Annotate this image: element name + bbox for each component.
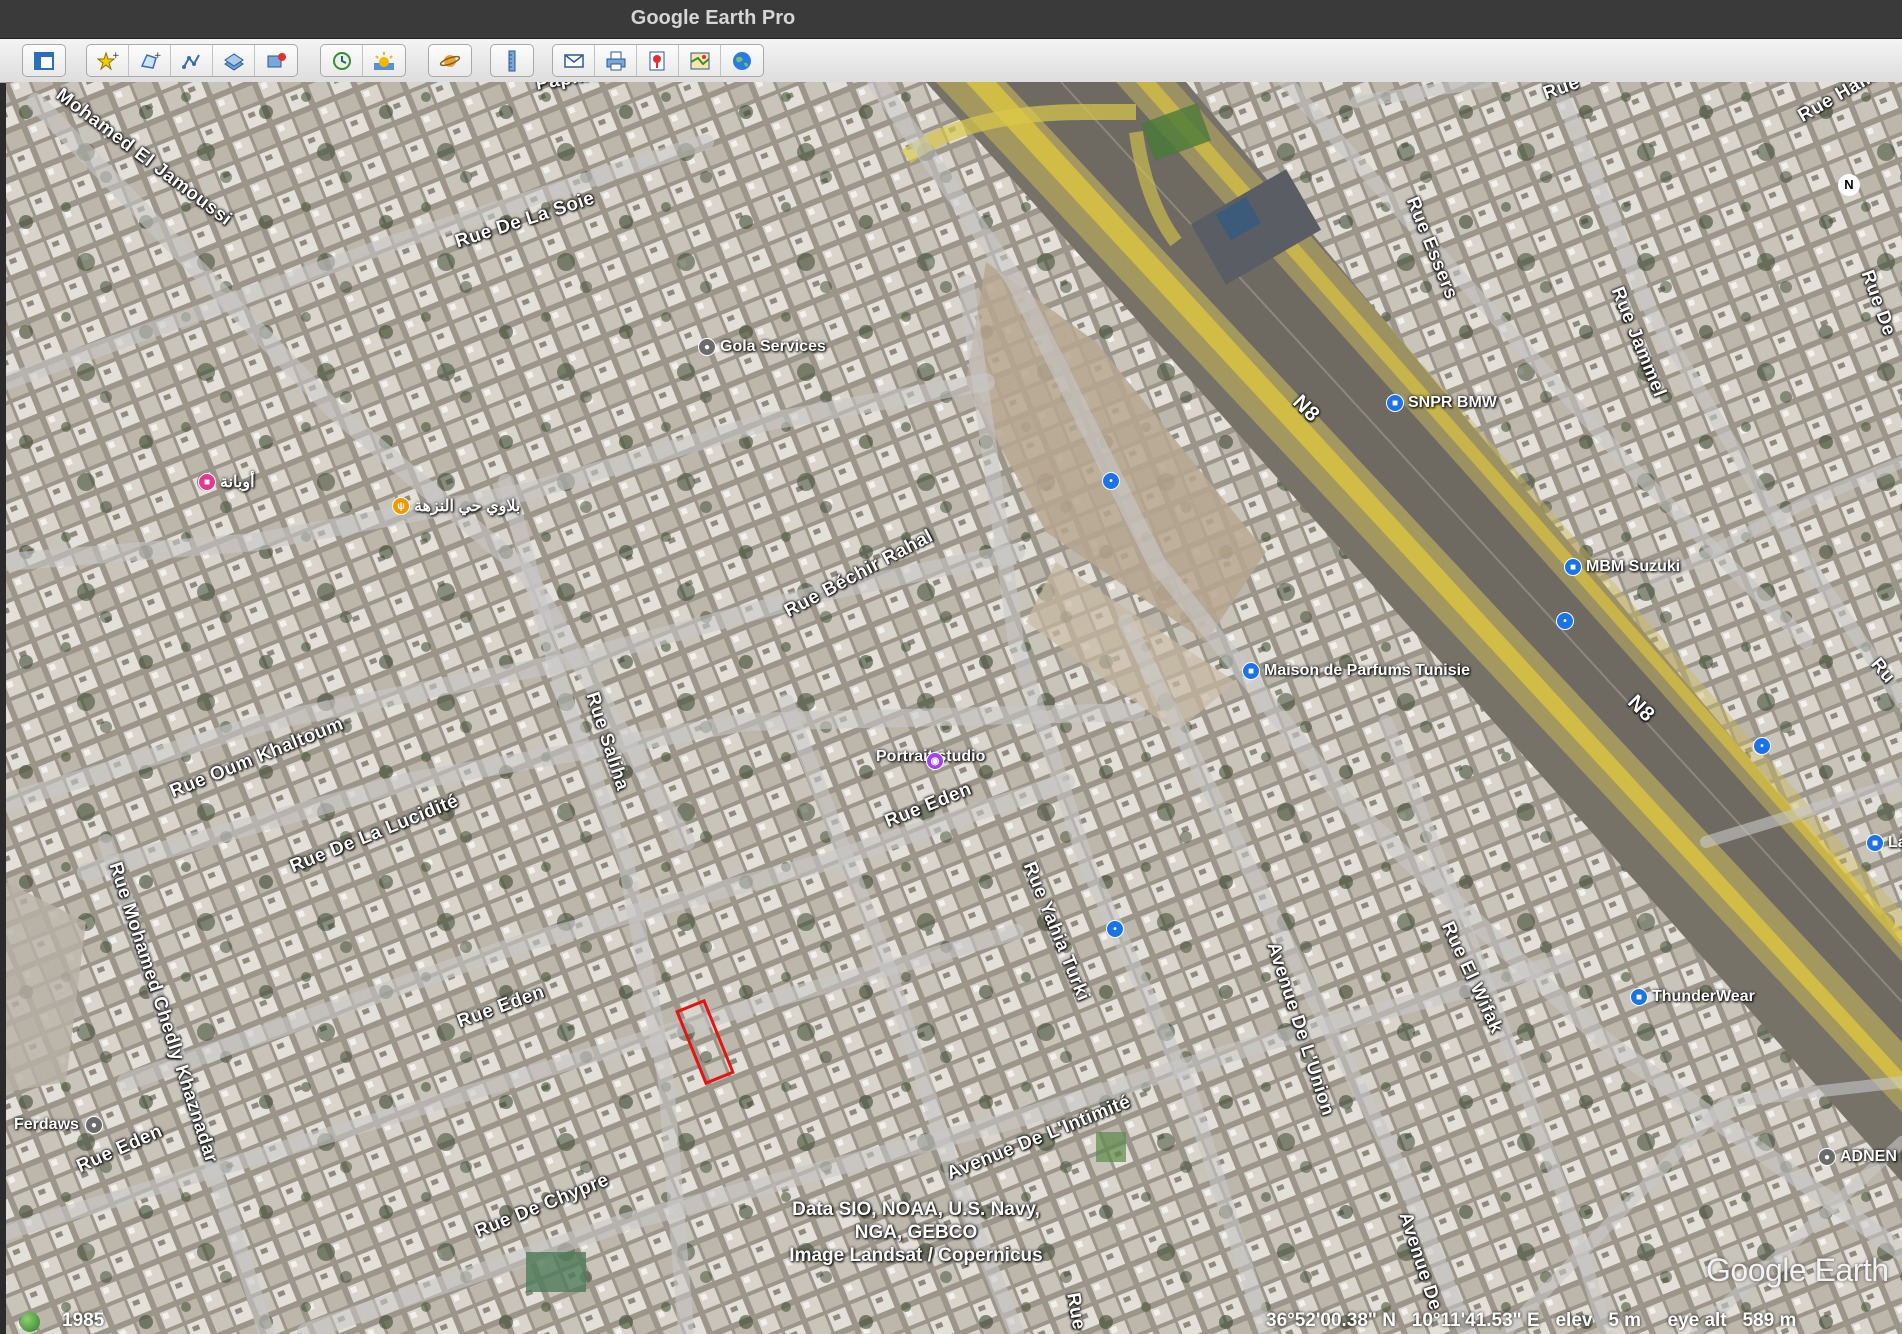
store-icon: ■ bbox=[198, 473, 216, 491]
add-image-overlay-button[interactable] bbox=[213, 45, 255, 76]
add-path-icon bbox=[181, 54, 200, 69]
coordinates-readout: 36°52'00.38" N 10°11'41.53" E elev 5 m e… bbox=[1266, 1310, 1796, 1332]
add-polygon-button[interactable]: + bbox=[129, 45, 171, 76]
toolbar-group-ruler bbox=[490, 44, 534, 77]
imagery-year: 1985 bbox=[62, 1310, 105, 1331]
poi-maison-de-parfums-tunisie[interactable]: ■ Maison de Parfums Tunisie bbox=[1242, 662, 1470, 680]
earth-button[interactable] bbox=[721, 45, 763, 76]
toolbar-group-sidebar bbox=[22, 44, 66, 77]
save-image-button[interactable] bbox=[637, 45, 679, 76]
poi-mbm-suzuki[interactable]: ■ MBM Suzuki bbox=[1564, 558, 1680, 576]
svg-text:+: + bbox=[154, 51, 161, 61]
historical-imagery-globe-icon[interactable] bbox=[20, 1312, 40, 1332]
google-earth-logo: Google Earth bbox=[1706, 1252, 1889, 1288]
elevation-label: elev bbox=[1555, 1310, 1593, 1331]
longitude: 10°11'41.53" E bbox=[1411, 1310, 1540, 1331]
add-path-button[interactable] bbox=[171, 45, 213, 76]
credit-line-image: Image Landsat / Copernicus bbox=[789, 1245, 1043, 1266]
add-image-overlay-icon bbox=[223, 52, 244, 71]
poi-la-right[interactable]: ■La bbox=[1866, 834, 1902, 852]
status-bar: 1985 36°52'00.38" N 10°11'41.53" E elev … bbox=[0, 1310, 1902, 1334]
poi-snpr-bmw[interactable]: ■ SNPR BMW bbox=[1386, 394, 1497, 412]
elevation-value: 5 m bbox=[1608, 1310, 1642, 1331]
location-pin-icon: ● bbox=[84, 1116, 103, 1134]
record-tour-icon bbox=[267, 52, 286, 67]
sidebar-toggle-button[interactable] bbox=[23, 45, 65, 76]
shopping-bag-icon: ■ bbox=[1386, 394, 1404, 412]
add-placemark-button[interactable]: + bbox=[87, 45, 129, 76]
shopping-bag-icon: ■ bbox=[1866, 834, 1884, 852]
print-button[interactable] bbox=[595, 45, 637, 76]
restaurant-icon: ψ bbox=[392, 497, 410, 515]
place-marker-icon: • bbox=[1556, 612, 1574, 630]
print-icon bbox=[606, 51, 625, 70]
credit-line-data: Data SIO, NOAA, U.S. Navy, NGA, GEBCO bbox=[792, 1199, 1040, 1243]
poi-marker-unlabeled[interactable]: • bbox=[1753, 737, 1775, 755]
sunlight-icon bbox=[374, 51, 394, 70]
camera-icon: ◉ bbox=[926, 752, 944, 770]
ruler-button[interactable] bbox=[491, 45, 533, 76]
north-compass-icon[interactable]: N bbox=[1838, 174, 1860, 196]
switch-planet-icon bbox=[439, 54, 461, 67]
toolbar-group-share bbox=[552, 44, 764, 77]
view-in-maps-icon bbox=[690, 52, 710, 69]
toolbar: + + bbox=[0, 39, 1902, 83]
ruler-icon bbox=[508, 50, 516, 71]
poi-marker-unlabeled[interactable]: • bbox=[1556, 612, 1578, 630]
location-pin-icon: ● bbox=[698, 338, 716, 356]
poi-marker-unlabeled[interactable]: • bbox=[1102, 472, 1124, 490]
latitude: 36°52'00.38" N bbox=[1266, 1310, 1396, 1331]
poi-arabic-restaurant[interactable]: ψ بلاوي حي النزهة bbox=[392, 496, 520, 516]
poi-marker-unlabeled[interactable]: • bbox=[1106, 920, 1128, 938]
place-marker-icon: • bbox=[1102, 472, 1120, 490]
title-bar: Google Earth Pro bbox=[0, 0, 1902, 39]
toolbar-group-add: + + bbox=[86, 44, 298, 77]
eye-alt-label: eye alt bbox=[1667, 1310, 1727, 1331]
sidebar-toggle-icon bbox=[34, 51, 54, 70]
historical-imagery-icon bbox=[332, 51, 351, 70]
shopping-bag-icon: ■ bbox=[1630, 988, 1648, 1006]
place-marker-icon: • bbox=[1106, 920, 1124, 938]
poi-adnen[interactable]: ● ADNEN I bbox=[1818, 1148, 1902, 1166]
view-in-maps-button[interactable] bbox=[679, 45, 721, 76]
record-tour-button[interactable] bbox=[255, 45, 297, 76]
window-title: Google Earth Pro bbox=[630, 7, 796, 29]
email-button[interactable] bbox=[553, 45, 595, 76]
poi-thunderwear[interactable]: ■ ThunderWear bbox=[1630, 988, 1755, 1006]
save-image-icon bbox=[649, 51, 664, 70]
poi-ferdaws[interactable]: ● Ferdaws bbox=[14, 1116, 103, 1134]
location-pin-icon: ● bbox=[1818, 1148, 1836, 1166]
eye-alt-value: 589 m bbox=[1742, 1310, 1797, 1331]
earth-icon bbox=[733, 51, 751, 70]
svg-text:+: + bbox=[112, 51, 119, 61]
poi-gola-services[interactable]: ● Gola Services bbox=[698, 338, 826, 356]
toolbar-group-time bbox=[320, 44, 406, 77]
email-icon bbox=[563, 53, 584, 68]
poi-marker-unlabeled[interactable]: ◉ bbox=[926, 752, 948, 770]
shopping-bag-icon: ■ bbox=[1564, 558, 1582, 576]
sunlight-button[interactable] bbox=[363, 45, 405, 76]
add-polygon-icon: + bbox=[140, 51, 161, 69]
toolbar-group-planet bbox=[428, 44, 472, 77]
switch-planet-button[interactable] bbox=[429, 45, 471, 76]
poi-arabic-store[interactable]: ■ أوبانة bbox=[198, 472, 255, 492]
shopping-bag-icon: ■ bbox=[1242, 662, 1260, 680]
historical-imagery-button[interactable] bbox=[321, 45, 363, 76]
satellite-map-view[interactable]: Mohamed El Jamoussi Papillon Rue De La S… bbox=[6, 82, 1902, 1334]
place-marker-icon: • bbox=[1753, 737, 1771, 755]
map-imagery bbox=[6, 82, 1902, 1334]
imagery-credits: Data SIO, NOAA, U.S. Navy, NGA, GEBCO Im… bbox=[766, 1198, 1066, 1267]
add-placemark-icon: + bbox=[96, 51, 119, 70]
